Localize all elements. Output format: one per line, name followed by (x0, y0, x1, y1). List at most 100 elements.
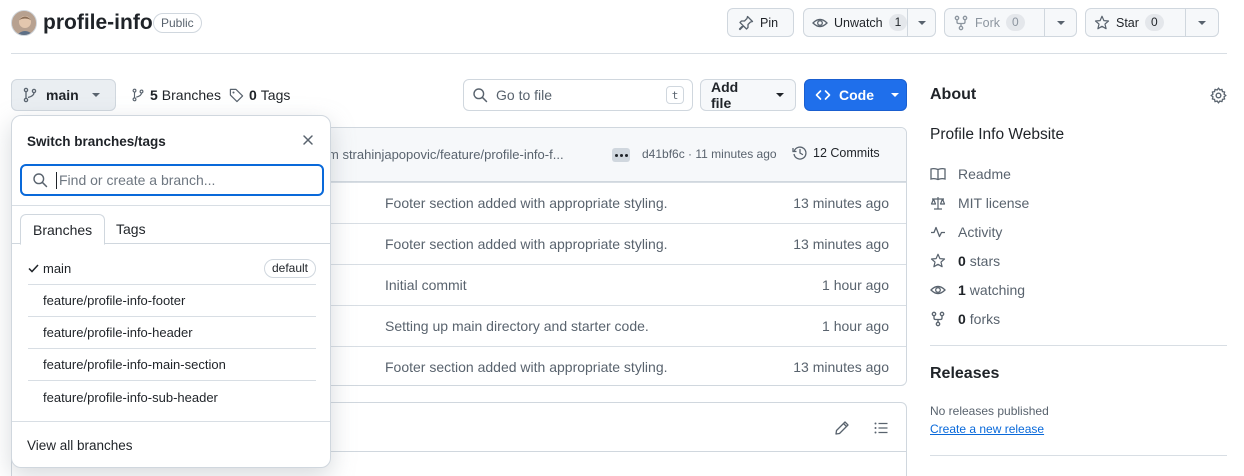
pin-icon (738, 15, 754, 31)
forks-label: forks (969, 311, 1001, 327)
tag-icon (229, 88, 244, 103)
search-icon (32, 172, 48, 188)
no-releases-text: No releases published (930, 404, 1049, 418)
latest-commit-message[interactable]: m strahinjapopovic/feature/profile-info-… (328, 147, 564, 162)
sidebar-divider (930, 345, 1227, 346)
shortcut-key: t (666, 86, 684, 104)
dropdown-divider (12, 205, 330, 206)
repo-forked-icon (930, 311, 946, 327)
star-lists-button[interactable] (1185, 9, 1218, 36)
watching-label: watching (969, 282, 1026, 298)
row-commit-message[interactable]: Initial commit (385, 277, 467, 293)
row-commit-message[interactable]: Setting up main directory and starter co… (385, 318, 649, 334)
branch-search-input[interactable]: Find or create a branch... (20, 164, 324, 196)
tags-label: Tags (260, 87, 291, 103)
create-release-link[interactable]: Create a new release (930, 422, 1044, 436)
branch-item[interactable]: feature/profile-info-sub-header (28, 381, 316, 413)
branch-name: main (43, 261, 72, 276)
owner-avatar[interactable] (11, 10, 37, 36)
gear-icon[interactable] (1210, 87, 1227, 104)
watchers-count: 1 (888, 14, 908, 31)
search-icon (472, 87, 488, 103)
dropdown-title: Switch branches/tags (27, 134, 166, 149)
book-icon (930, 166, 946, 182)
watch-options-button[interactable] (907, 9, 935, 36)
close-icon[interactable] (300, 132, 316, 148)
go-to-file-placeholder: Go to file (496, 87, 553, 103)
activity-link[interactable]: Activity (930, 224, 1002, 240)
triangle-down-icon (1056, 20, 1066, 26)
watching-count: 1 (958, 282, 966, 298)
branch-item[interactable]: feature/profile-info-main-section (28, 349, 316, 381)
about-heading: About (930, 86, 977, 103)
branch-name: feature/profile-info-footer (43, 293, 186, 308)
unwatch-button[interactable]: Unwatch 1 (804, 9, 908, 36)
code-label: Code (839, 87, 874, 103)
fork-options-button[interactable] (1044, 9, 1076, 36)
activity-label: Activity (958, 224, 1003, 240)
branches-link[interactable]: 5 Branches (131, 87, 221, 103)
pin-label: Pin (760, 15, 779, 30)
watch-control: Unwatch 1 (803, 8, 936, 37)
row-commit-message[interactable]: Footer section added with appropriate st… (385, 359, 668, 375)
license-label: MIT license (958, 195, 1030, 211)
go-to-file-input[interactable]: Go to file t (463, 79, 693, 111)
text-cursor (56, 171, 57, 189)
star-icon (930, 253, 946, 269)
default-badge: default (263, 259, 316, 278)
tab-tags[interactable]: Tags (104, 214, 158, 244)
commits-link[interactable]: 12 Commits (792, 145, 880, 161)
row-commit-message[interactable]: Footer section added with appropriate st… (385, 236, 668, 252)
triangle-down-icon (1197, 20, 1207, 26)
pulse-icon (930, 224, 946, 240)
pin-button[interactable]: Pin (727, 8, 794, 37)
branch-search-placeholder: Find or create a branch... (59, 172, 216, 188)
stars-count: 0 (958, 253, 966, 269)
repo-description: Profile Info Website (930, 126, 1065, 143)
fork-label: Fork (975, 15, 1000, 30)
row-commit-message[interactable]: Footer section added with appropriate st… (385, 195, 668, 211)
branches-count: 5 (150, 87, 158, 103)
commit-sha[interactable]: d41bf6c (642, 147, 685, 161)
branch-item-main[interactable]: main default (28, 253, 316, 285)
triangle-down-icon (775, 92, 785, 98)
eye-icon (812, 15, 828, 31)
fork-count: 0 (1006, 14, 1025, 31)
star-count: 0 (1144, 14, 1164, 31)
add-file-label: Add file (711, 79, 739, 111)
branch-item[interactable]: feature/profile-info-footer (28, 285, 316, 317)
add-file-button[interactable]: Add file (700, 79, 796, 111)
code-button[interactable]: Code (804, 79, 907, 111)
star-button[interactable]: Star 0 (1086, 9, 1185, 36)
branch-item[interactable]: feature/profile-info-header (28, 317, 316, 349)
branch-name: feature/profile-info-sub-header (43, 389, 218, 405)
tab-branches[interactable]: Branches (20, 214, 106, 245)
tags-count: 0 (249, 87, 257, 103)
repo-name[interactable]: profile-info (43, 9, 153, 37)
view-all-branches-link[interactable]: View all branches (27, 438, 133, 453)
ellipsis-icon[interactable] (612, 148, 630, 162)
branch-tag-tabs: Branches Tags (12, 214, 330, 245)
branches-label: Branches (161, 87, 221, 103)
check-icon (28, 264, 43, 273)
list-unordered-icon[interactable] (873, 420, 889, 436)
tags-link[interactable]: 0 Tags (229, 87, 290, 103)
releases-heading[interactable]: Releases (930, 365, 999, 383)
stars-label: stars (969, 253, 1001, 269)
latest-commit-meta: d41bf6c · 11 minutes ago (642, 147, 777, 161)
watchers-link[interactable]: 1 watching (930, 282, 1025, 298)
fork-button[interactable]: Fork 0 (945, 9, 1044, 36)
readme-link[interactable]: Readme (930, 166, 1011, 182)
forks-link[interactable]: 0 forks (930, 311, 1000, 327)
git-branch-icon (131, 87, 145, 103)
row-age: 1 hour ago (822, 318, 889, 334)
row-age: 13 minutes ago (793, 236, 889, 252)
license-link[interactable]: MIT license (930, 195, 1029, 211)
history-icon (792, 145, 808, 161)
dropdown-footer-divider (12, 421, 330, 422)
code-icon (815, 87, 831, 103)
stars-link[interactable]: 0 stars (930, 253, 1000, 269)
branch-select-button[interactable]: main (11, 79, 116, 111)
pencil-icon[interactable] (834, 420, 850, 436)
row-age: 1 hour ago (822, 277, 889, 293)
